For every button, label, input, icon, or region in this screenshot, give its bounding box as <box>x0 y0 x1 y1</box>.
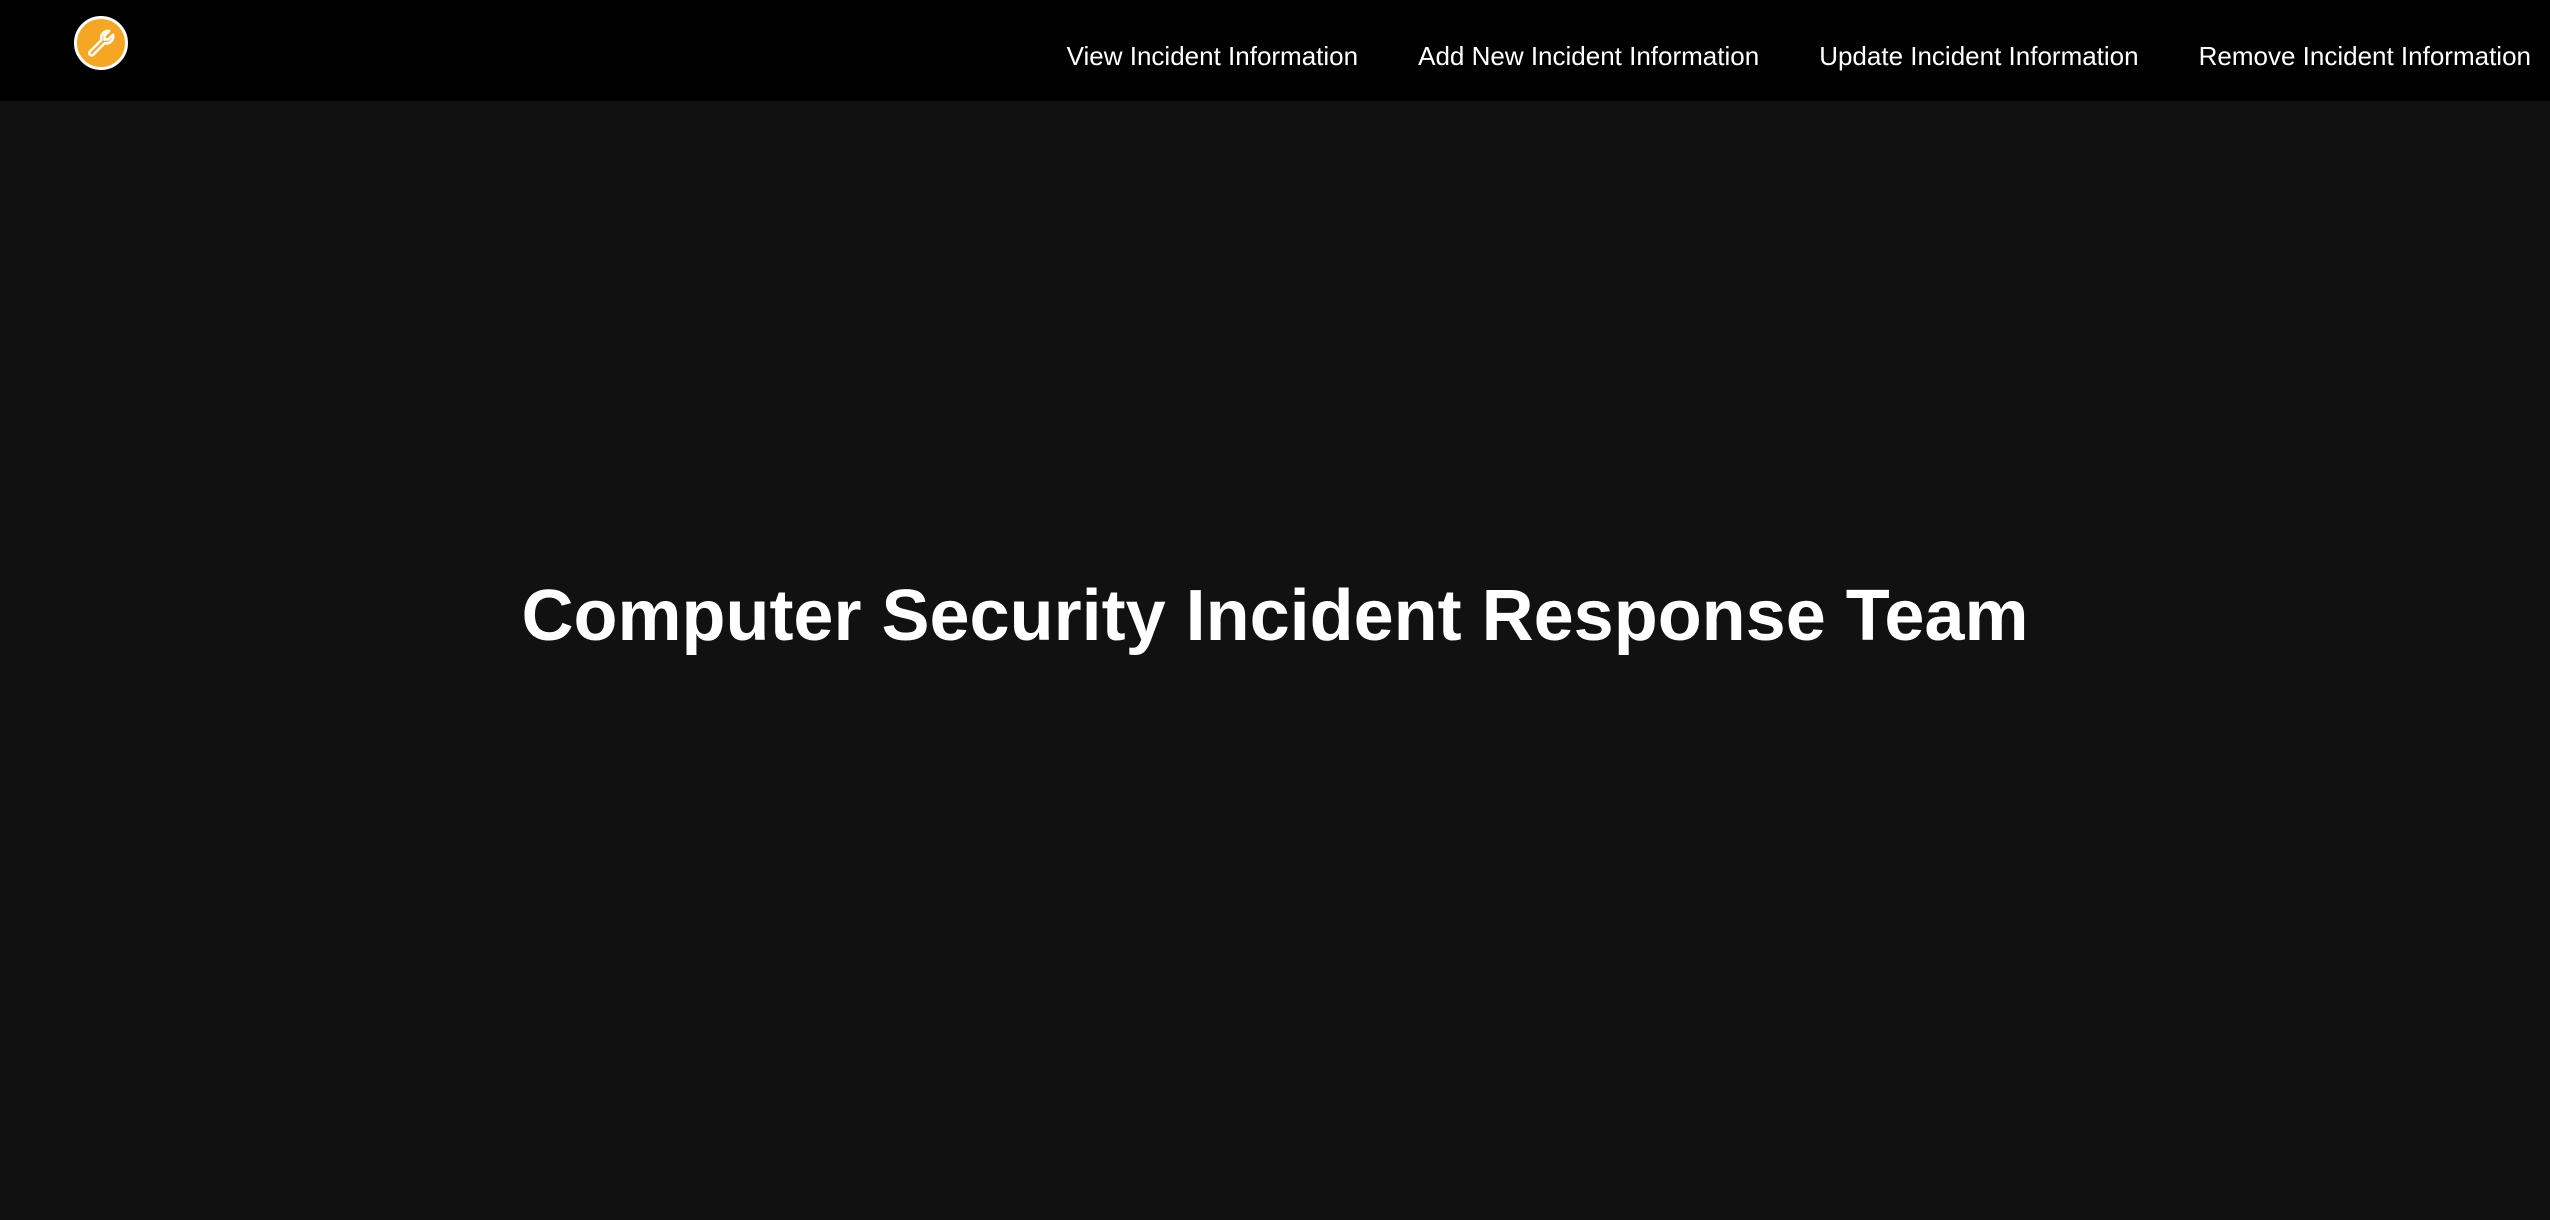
logo-wrench-icon[interactable] <box>74 16 128 70</box>
nav-link-remove-incident[interactable]: Remove Incident Information <box>2199 41 2531 72</box>
nav-link-add-incident[interactable]: Add New Incident Information <box>1418 41 1759 72</box>
nav-link-update-incident[interactable]: Update Incident Information <box>1819 41 2138 72</box>
main-nav: View Incident Information Add New Incide… <box>1067 0 2531 101</box>
page-title: Computer Security Incident Response Team <box>521 575 2029 656</box>
wrench-icon <box>88 29 115 57</box>
hero-section: Computer Security Incident Response Team <box>0 101 2550 1220</box>
top-navbar: View Incident Information Add New Incide… <box>0 0 2550 101</box>
nav-link-view-incident[interactable]: View Incident Information <box>1067 41 1358 72</box>
